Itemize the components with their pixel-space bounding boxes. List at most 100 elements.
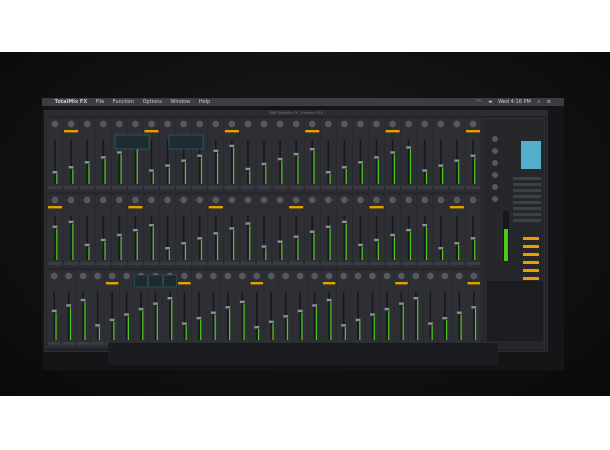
gain-knob[interactable] [437, 196, 445, 204]
fader-cap[interactable] [406, 228, 412, 232]
fader-cap[interactable] [165, 247, 170, 250]
channel-button[interactable] [178, 282, 191, 285]
fader-cap[interactable] [149, 169, 154, 172]
wifi-icon[interactable]: ◠ [477, 98, 481, 106]
accent-button[interactable] [523, 269, 539, 272]
gain-knob[interactable] [412, 272, 420, 280]
gain-knob[interactable] [405, 196, 412, 204]
panel-knob[interactable] [492, 148, 498, 154]
fader-cap[interactable] [165, 164, 170, 167]
gain-knob[interactable] [469, 196, 477, 204]
gain-knob[interactable] [469, 120, 477, 128]
fader-cap[interactable] [196, 316, 202, 320]
channel-button[interactable] [395, 282, 408, 285]
fader-cap[interactable] [138, 307, 144, 311]
fader-cap[interactable] [277, 157, 283, 161]
fader-cap[interactable] [149, 223, 154, 227]
channel-button[interactable] [64, 130, 79, 133]
gain-knob[interactable] [389, 120, 396, 128]
menu-file[interactable]: File [96, 98, 104, 106]
fader-cap[interactable] [374, 238, 379, 242]
gain-knob[interactable] [239, 272, 246, 280]
fader-cap[interactable] [454, 159, 460, 162]
fader-cap[interactable] [68, 220, 74, 224]
fader-cap[interactable] [277, 240, 283, 243]
fader-cap[interactable] [116, 151, 122, 154]
panel-knob[interactable] [492, 160, 498, 166]
fader-cap[interactable] [181, 159, 187, 162]
fader-cap[interactable] [326, 298, 332, 302]
channel-button[interactable] [250, 282, 263, 285]
panel-knob[interactable] [492, 172, 498, 178]
accent-button[interactable] [523, 245, 539, 248]
fader-cap[interactable] [413, 297, 419, 300]
gain-knob[interactable] [383, 272, 391, 280]
menu-help[interactable]: Help [199, 98, 210, 106]
gain-knob[interactable] [354, 272, 362, 280]
list-icon[interactable]: ≡ [547, 98, 551, 106]
fader-cap[interactable] [374, 156, 379, 159]
gain-knob[interactable] [210, 272, 217, 280]
gain-knob[interactable] [100, 196, 107, 204]
fader-cap[interactable] [66, 304, 72, 307]
fader-cap[interactable] [442, 316, 448, 320]
gain-knob[interactable] [389, 196, 396, 204]
fader-cap[interactable] [245, 222, 251, 225]
gain-knob[interactable] [83, 196, 91, 204]
fader-cap[interactable] [399, 302, 404, 305]
gain-knob[interactable] [296, 272, 304, 280]
channel-button[interactable] [322, 282, 336, 285]
fader-cap[interactable] [239, 300, 245, 304]
fader-cap[interactable] [470, 237, 476, 240]
channel-button[interactable] [144, 130, 159, 133]
fader-cap[interactable] [422, 223, 428, 227]
fader-cap[interactable] [309, 230, 315, 233]
gain-knob[interactable] [196, 196, 203, 204]
fader-cap[interactable] [422, 169, 428, 172]
gain-knob[interactable] [164, 196, 171, 204]
fader-cap[interactable] [197, 154, 203, 157]
gain-knob[interactable] [196, 120, 203, 128]
channel-button[interactable] [369, 206, 384, 209]
snapshot-item[interactable] [513, 201, 541, 204]
accent-button[interactable] [523, 261, 539, 264]
gain-knob[interactable] [421, 196, 428, 204]
gain-knob[interactable] [94, 272, 101, 280]
gain-knob[interactable] [268, 272, 275, 280]
gain-knob[interactable] [309, 120, 316, 128]
channel-button[interactable] [48, 206, 63, 209]
gain-knob[interactable] [369, 272, 376, 280]
gain-knob[interactable] [228, 196, 236, 204]
gain-knob[interactable] [228, 120, 236, 128]
gain-knob[interactable] [212, 196, 219, 204]
fader-cap[interactable] [325, 171, 331, 174]
fader-cap[interactable] [254, 326, 260, 329]
fader-cap[interactable] [213, 149, 219, 152]
snapshot-panel[interactable] [521, 141, 541, 169]
fader-cap[interactable] [438, 164, 444, 167]
channel-button[interactable] [385, 130, 400, 133]
gain-knob[interactable] [341, 120, 348, 128]
fader-cap[interactable] [109, 318, 115, 322]
fader-cap[interactable] [51, 309, 57, 313]
gain-knob[interactable] [421, 120, 428, 128]
snapshot-item[interactable] [513, 213, 541, 216]
gain-knob[interactable] [224, 272, 232, 280]
gain-knob[interactable] [456, 272, 463, 280]
channel-button[interactable] [305, 130, 320, 133]
gain-knob[interactable] [51, 272, 58, 280]
fader-cap[interactable] [197, 237, 203, 240]
gain-knob[interactable] [181, 272, 188, 280]
channel-button[interactable] [128, 206, 143, 209]
snapshot-item[interactable] [513, 189, 541, 192]
channel-button[interactable] [224, 130, 239, 133]
gain-knob[interactable] [164, 120, 171, 128]
gain-knob[interactable] [51, 120, 59, 128]
gain-knob[interactable] [453, 120, 461, 128]
fader-cap[interactable] [80, 298, 86, 302]
gain-knob[interactable] [441, 272, 449, 280]
fader-cap[interactable] [406, 146, 412, 149]
gain-knob[interactable] [470, 272, 477, 280]
snapshot-item[interactable] [513, 219, 541, 222]
fader-cap[interactable] [438, 247, 444, 250]
